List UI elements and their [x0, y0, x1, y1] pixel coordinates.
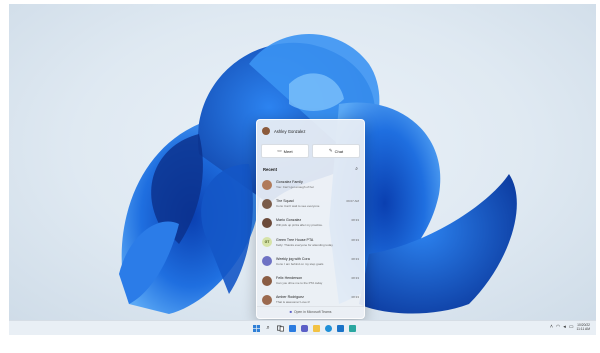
- compose-chat-icon: ✎: [328, 148, 333, 153]
- conversation-preview: Will pick up pizza after my practice.: [276, 223, 323, 228]
- recent-label: Recent: [263, 166, 277, 172]
- search-icon[interactable]: ⌕: [355, 166, 358, 172]
- video-camera-icon: ▭: [277, 148, 282, 153]
- conversation-preview: Can you drive me to the PTA today: [276, 281, 323, 286]
- conversation-item[interactable]: Mario Gonzalez Will pick up pizza after …: [257, 213, 364, 232]
- chevron-up-icon[interactable]: ˄: [550, 324, 553, 330]
- conversation-time: 08:33: [351, 256, 359, 261]
- conversation-item[interactable]: Weekly jog with Cora Cora: I am behind o…: [257, 252, 364, 271]
- taskbar: ⌕ ˄ ◠ ◂ ▭ 10/20/22 11:11 AM: [9, 320, 596, 335]
- recent-header: Recent ⌕: [257, 165, 364, 173]
- conversation-avatar: [262, 179, 272, 190]
- conversation-name: Mario Gonzalez: [276, 218, 302, 223]
- conversation-time: 08:33: [351, 237, 359, 242]
- widgets-icon[interactable]: [287, 323, 297, 333]
- task-view-icon[interactable]: [275, 323, 285, 333]
- conversation-name: Green Tree House PTA: [276, 237, 314, 242]
- chat-icon[interactable]: [299, 323, 309, 333]
- conversation-preview: Cora: Can't wait to see everyone: [276, 204, 320, 209]
- conversation-avatar: [262, 217, 272, 228]
- conversation-name: Weekly jog with Cora: [276, 256, 310, 261]
- conversation-avatar: [262, 256, 272, 267]
- edge-icon[interactable]: [323, 323, 333, 333]
- chat-header: Ashley Gonzalez: [257, 122, 364, 140]
- system-tray: ˄ ◠ ◂ ▭ 10/20/22 11:11 AM: [550, 323, 590, 331]
- search-icon[interactable]: ⌕: [263, 323, 273, 333]
- conversation-item[interactable]: Felix Henderson Can you drive me to the …: [257, 271, 364, 290]
- conversation-item[interactable]: The Squad Cora: Can't wait to see everyo…: [257, 194, 364, 213]
- clock-time: 11:11 AM: [576, 327, 590, 331]
- conversation-name: Gonzalez Family: [276, 180, 303, 185]
- conversation-time: 09:07 AM: [346, 199, 359, 204]
- battery-icon[interactable]: ▭: [569, 324, 574, 330]
- chat-label: Chat: [334, 148, 344, 154]
- conversation-preview: Kelly: Thanks everyone for attending tod…: [276, 242, 333, 247]
- chat-button[interactable]: ✎ Chat: [312, 144, 360, 158]
- conversation-list: Gonzalez Family You: Can't get enough of…: [257, 175, 364, 309]
- teams-icon: ■: [289, 309, 292, 314]
- conversation-item[interactable]: GT Green Tree House PTA Kelly: Thanks ev…: [257, 233, 364, 252]
- conversation-avatar: GT: [262, 237, 272, 248]
- user-name: Ashley Gonzalez: [274, 128, 306, 134]
- open-teams-label: Open in Microsoft Teams: [293, 309, 332, 314]
- mail-icon[interactable]: [347, 323, 357, 333]
- chat-actions: ▭ Meet ✎ Chat: [257, 144, 364, 158]
- desktop-wallpaper: Ashley Gonzalez ▭ Meet ✎ Chat Recent ⌕ G…: [9, 4, 596, 320]
- clock[interactable]: 10/20/22 11:11 AM: [577, 323, 590, 331]
- conversation-time: 08:33: [351, 218, 359, 223]
- conversation-preview: Cora: I am behind on my step goals: [276, 261, 324, 266]
- conversation-avatar: [262, 275, 272, 286]
- conversation-preview: That is awesome! Love it!: [276, 300, 311, 305]
- store-icon[interactable]: [335, 323, 345, 333]
- conversation-time: 08:33: [351, 275, 359, 280]
- meet-button[interactable]: ▭ Meet: [261, 144, 309, 158]
- conversation-name: Felix Henderson: [276, 276, 303, 281]
- taskbar-apps: ⌕: [251, 323, 357, 333]
- conversation-name: The Squad: [276, 199, 294, 204]
- meet-label: Meet: [283, 148, 293, 154]
- conversation-avatar: [262, 294, 272, 305]
- teams-chat-flyout: Ashley Gonzalez ▭ Meet ✎ Chat Recent ⌕ G…: [256, 119, 365, 319]
- open-in-teams-link[interactable]: ■ Open in Microsoft Teams: [257, 306, 364, 316]
- conversation-time: 08:33: [351, 295, 359, 300]
- conversation-name: Amber Rodriguez: [276, 295, 304, 300]
- wifi-icon[interactable]: ◠: [556, 324, 560, 330]
- start-icon[interactable]: [251, 323, 261, 333]
- conversation-item[interactable]: Gonzalez Family You: Can't get enough of…: [257, 175, 364, 194]
- user-avatar[interactable]: [262, 127, 270, 135]
- conversation-avatar: [262, 198, 272, 209]
- volume-icon[interactable]: ◂: [563, 324, 566, 330]
- conversation-preview: You: Can't get enough of her: [276, 185, 314, 190]
- file-explorer-icon[interactable]: [311, 323, 321, 333]
